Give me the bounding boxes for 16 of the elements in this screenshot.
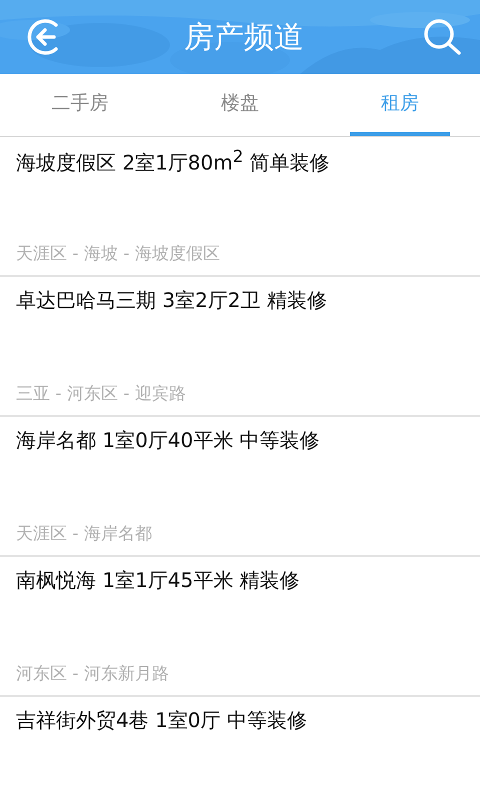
listing-title: 海坡度假区 2室1厅80m$^{2}$ 简单装修 <box>16 147 330 177</box>
header-title: 房产频道 <box>184 18 304 56</box>
listing-location: 河东区 - 河东新月路 <box>16 663 169 685</box>
listing-item[interactable]: 吉祥街外贸4巷 1室0厅 中等装修 <box>0 697 480 800</box>
listing-location: 三亚 - 河东区 - 迎宾路 <box>16 383 186 405</box>
listing-location: 天涯区 - 海岸名都 <box>16 523 152 545</box>
search-icon[interactable] <box>422 17 462 57</box>
listing-item[interactable]: 海岸名都 1室0厅40平米 中等装修 天涯区 - 海岸名都 <box>0 417 480 557</box>
listing-location: 天涯区 - 海坡 - 海坡度假区 <box>16 243 220 265</box>
listing-title: 卓达巴哈马三期 3室2厅2卫 精装修 <box>16 287 327 314</box>
listing-title: 海岸名都 1室0厅40平米 中等装修 <box>16 427 320 454</box>
listing-item[interactable]: 卓达巴哈马三期 3室2厅2卫 精装修 三亚 - 河东区 - 迎宾路 <box>0 277 480 417</box>
listing-item[interactable]: 南枫悦海 1室1厅45平米 精装修 河东区 - 河东新月路 <box>0 557 480 697</box>
listing-item[interactable]: 海坡度假区 2室1厅80m$^{2}$ 简单装修 天涯区 - 海坡 - 海坡度假区 <box>0 137 480 277</box>
listing-title: 吉祥街外贸4巷 1室0厅 中等装修 <box>16 707 307 734</box>
listing-title: 南枫悦海 1室1厅45平米 精装修 <box>16 567 300 594</box>
